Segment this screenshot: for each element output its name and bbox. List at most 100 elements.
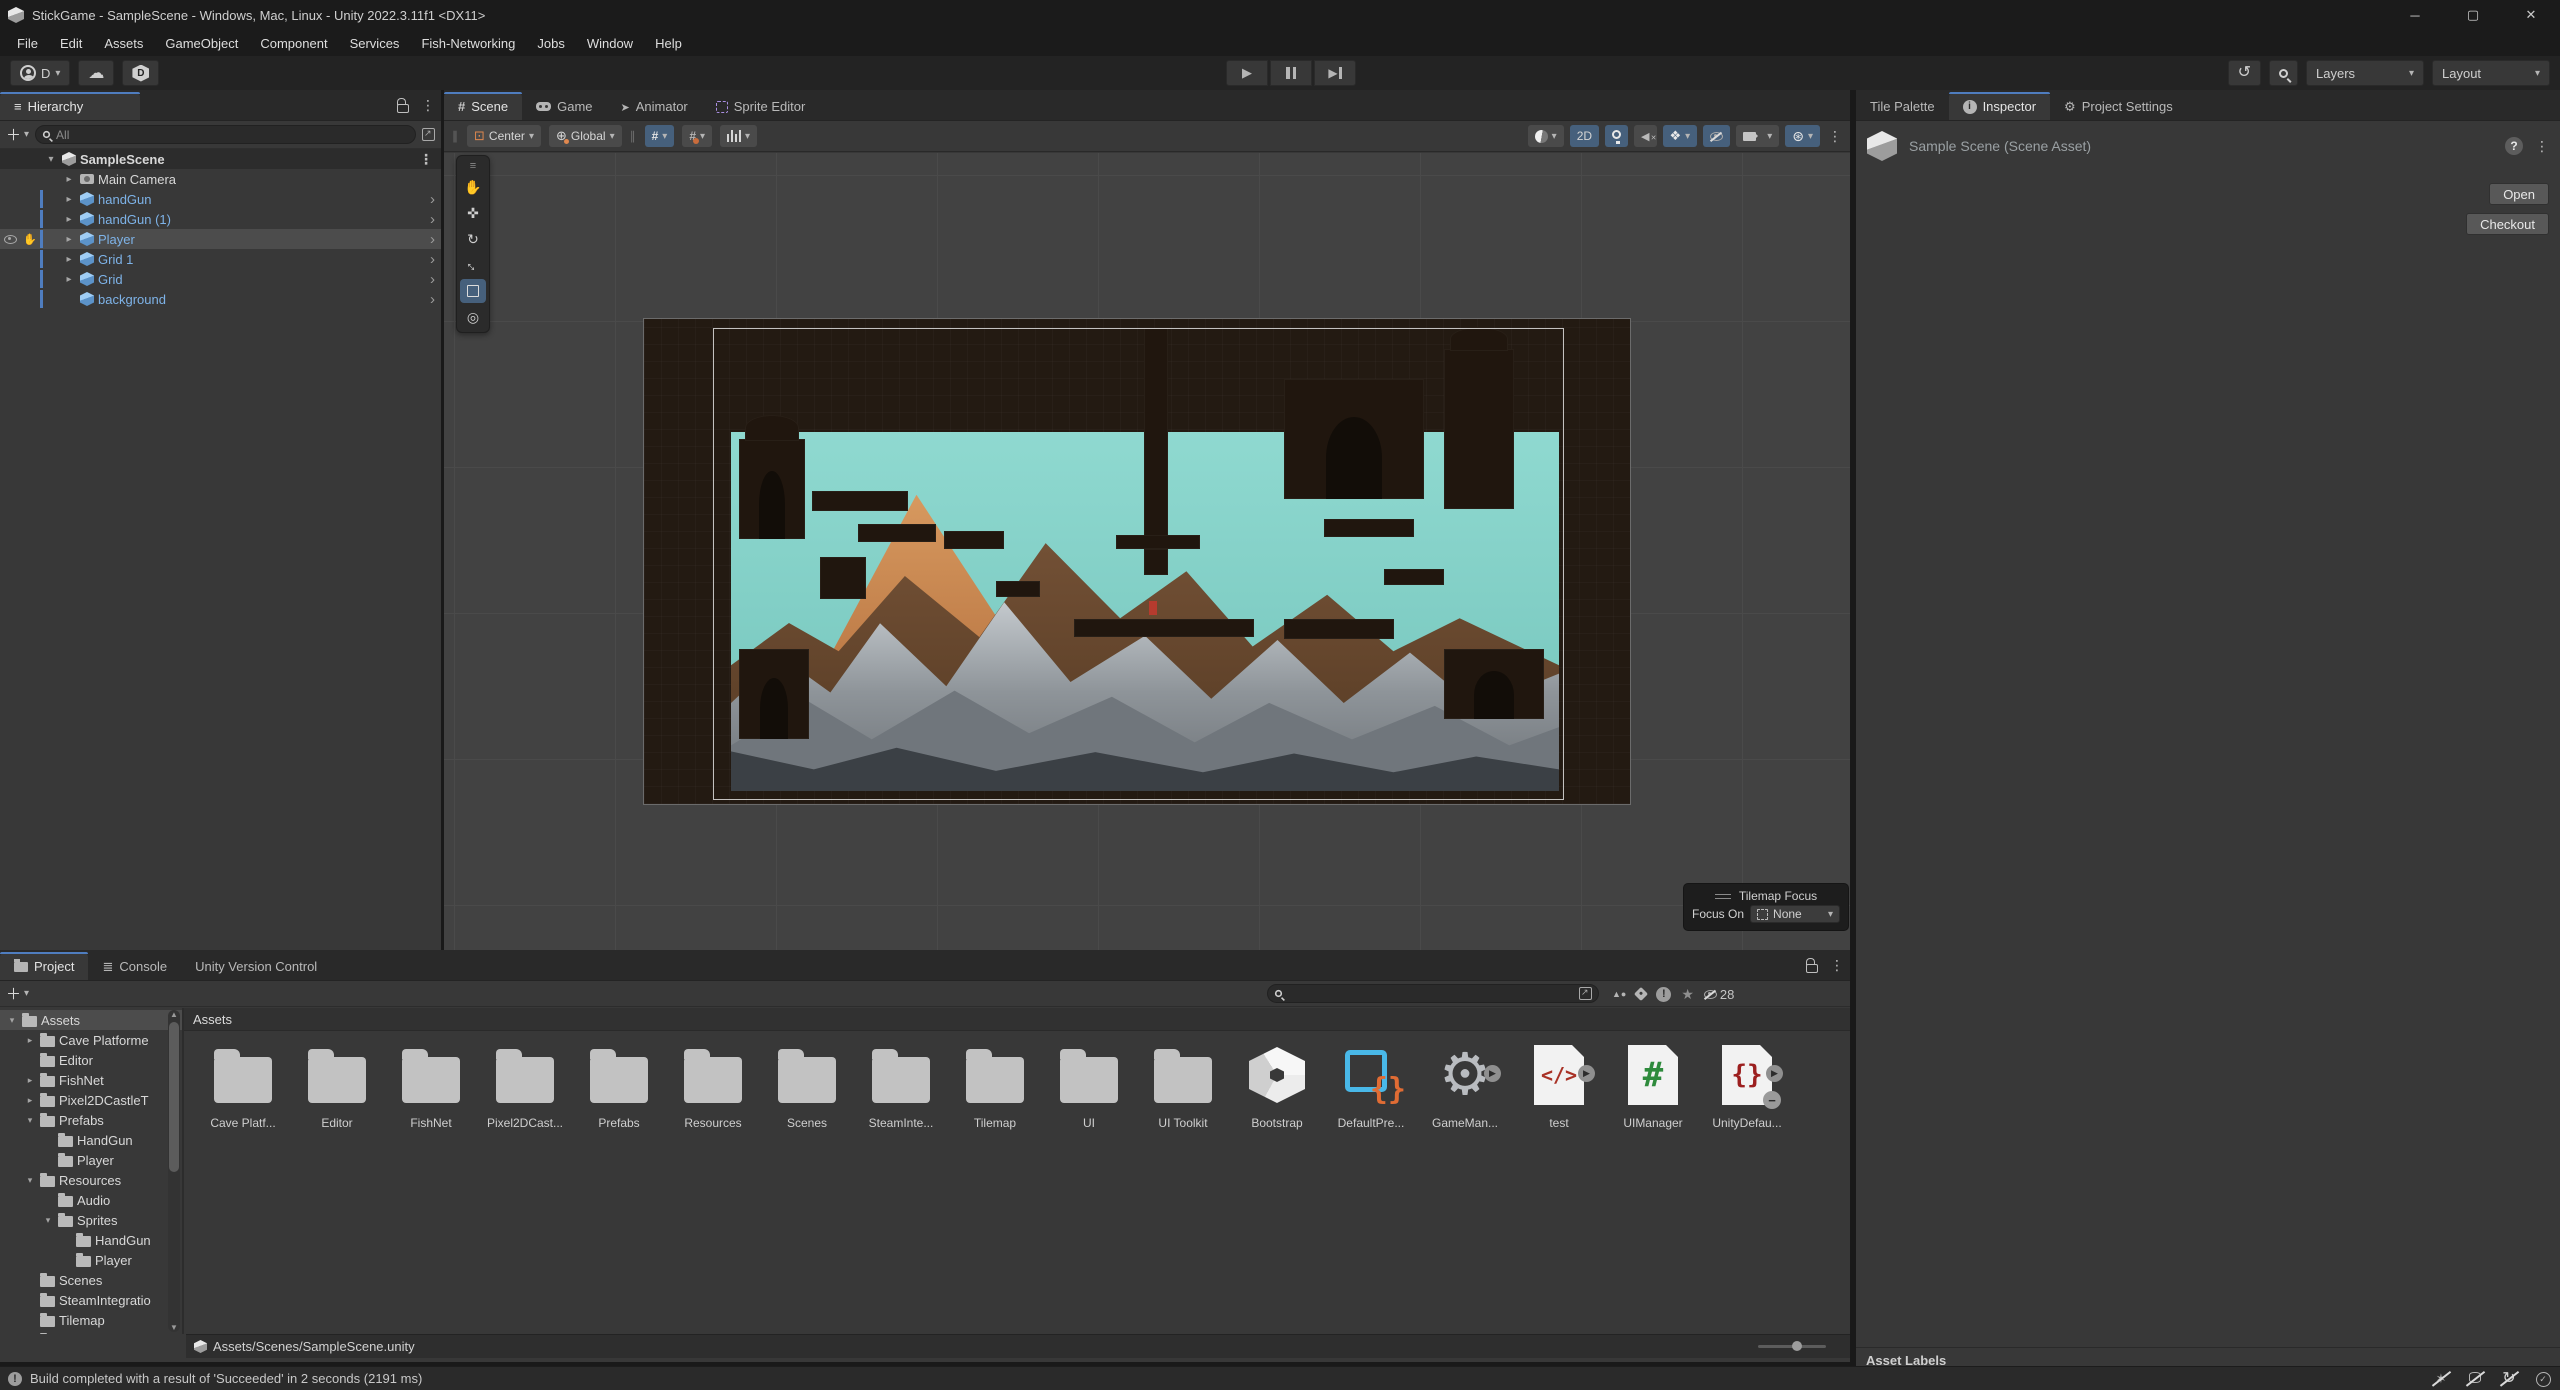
tree-row[interactable]: Player [0, 1250, 182, 1270]
asset-item[interactable]: ▶ − FishNet [384, 1043, 478, 1155]
tree-row[interactable]: Tilemap [0, 1310, 182, 1330]
hierarchy-row[interactable]: ✋ Player › ⋮ [0, 229, 441, 249]
view-tool-button[interactable]: ✋ [460, 175, 486, 199]
expand-arrow[interactable] [6, 1015, 18, 1026]
expand-badge-icon[interactable]: ▶ [1484, 1065, 1501, 1082]
account-button[interactable]: D ▾ [10, 60, 70, 86]
focus-on-dropdown[interactable]: None ▾ [1750, 905, 1840, 923]
lock-icon[interactable] [397, 104, 409, 113]
scene-view-tab[interactable]: Scene [444, 93, 522, 120]
lock-icon[interactable] [1806, 964, 1818, 973]
asset-item[interactable]: ▶ − SteamInte... [854, 1043, 948, 1155]
close-button[interactable]: ✕ [2502, 0, 2560, 30]
tree-row[interactable]: Assets [0, 1010, 182, 1030]
menu-item[interactable]: Component [249, 30, 338, 56]
favorites-icon[interactable]: ★ [1681, 986, 1694, 1003]
kebab-menu-icon[interactable]: ⋮ [1828, 128, 1842, 145]
scene-effects-dropdown[interactable]: ❖▾ [1663, 125, 1698, 147]
tab-hierarchy[interactable]: ≡ Hierarchy [0, 93, 140, 120]
project-search-input[interactable] [1288, 987, 1574, 1001]
activity-ok-icon[interactable]: ✓ [2534, 1370, 2552, 1387]
grid-visual-toggle[interactable]: #▾ [682, 125, 712, 147]
expand-badge-icon[interactable]: ▶ [1766, 1065, 1783, 1082]
scroll-down-icon[interactable]: ▼ [168, 1323, 180, 1332]
tree-row[interactable]: FishNet [0, 1070, 182, 1090]
global-search-button[interactable] [2269, 60, 2298, 86]
expand-arrow[interactable] [62, 254, 76, 265]
expand-arrow[interactable] [24, 1175, 36, 1186]
scroll-up-icon[interactable]: ▲ [168, 1010, 180, 1019]
hierarchy-row[interactable]: ✋ handGun (1) › ⋮ [0, 209, 441, 229]
project-panel-tab[interactable]: Unity Version Control [181, 953, 331, 980]
hierarchy-row[interactable]: ✋ Grid › ⋮ [0, 269, 441, 289]
prefab-open-chevron[interactable]: › [430, 211, 435, 228]
hierarchy-row[interactable]: ✋ background › ⋮ [0, 289, 441, 309]
menu-item[interactable]: Fish-Networking [410, 30, 526, 56]
rotate-tool-button[interactable]: ↻ [460, 227, 486, 251]
tree-row[interactable]: HandGun [0, 1230, 182, 1250]
cache-server-status-icon[interactable] [2466, 1371, 2484, 1386]
expand-arrow[interactable] [62, 194, 76, 205]
camera-settings-dropdown[interactable]: ▾ [1736, 125, 1779, 147]
tree-row[interactable]: Resources [0, 1170, 182, 1190]
menu-item[interactable]: Assets [93, 30, 154, 56]
expand-arrow[interactable] [62, 214, 76, 225]
tool-handle-pivot-button[interactable]: ⊡ Center ▾ [467, 125, 541, 147]
kebab-menu-icon[interactable]: ⋮ [1830, 957, 1844, 974]
tree-row[interactable]: Cave Platforme [0, 1030, 182, 1050]
scene-view-tab[interactable]: Game [522, 93, 606, 120]
scene-canvas[interactable]: ≡ ✋ ✜ ↻ ↔ ◎ Tilemap Focus Focus On None … [444, 153, 1850, 950]
hierarchy-row[interactable]: ✋ Grid 1 › ⋮ [0, 249, 441, 269]
grid-snap-toggle[interactable]: #▾ [645, 125, 675, 147]
tree-row[interactable]: UI [0, 1330, 182, 1334]
menu-item[interactable]: GameObject [154, 30, 249, 56]
kebab-menu-icon[interactable]: ⋮ [421, 97, 435, 114]
menu-item[interactable]: Jobs [526, 30, 575, 56]
prefab-open-chevron[interactable]: › [430, 231, 435, 248]
inspector-tab[interactable]: Inspector [1949, 93, 2050, 120]
asset-item[interactable]: ▶ − Tilemap [948, 1043, 1042, 1155]
scene-view-tab[interactable]: Sprite Editor [702, 93, 820, 120]
prefab-open-chevron[interactable]: › [430, 291, 435, 308]
visibility-gutter[interactable]: ✋ [4, 233, 37, 246]
2d-mode-toggle[interactable]: 2D [1570, 125, 1599, 147]
expand-arrow[interactable] [24, 1115, 36, 1126]
unity-hub-button[interactable]: D [122, 60, 159, 86]
auto-refresh-status-icon[interactable]: ↻ [2500, 1371, 2518, 1387]
shading-mode-dropdown[interactable]: ▾ [1528, 125, 1564, 147]
layout-dropdown[interactable]: Layout▾ [2432, 60, 2550, 86]
project-search-field[interactable] [1267, 984, 1599, 1003]
tree-row[interactable]: Prefabs [0, 1110, 182, 1130]
hidden-packages-toggle[interactable]: 28 [1704, 987, 1734, 1002]
menu-item[interactable]: Services [339, 30, 411, 56]
tree-row[interactable]: Pixel2DCastleT [0, 1090, 182, 1110]
checkout-button[interactable]: Checkout [2466, 213, 2549, 235]
gizmos-dropdown[interactable]: ⊛▾ [1785, 125, 1820, 147]
undo-history-button[interactable]: ↺ [2228, 60, 2261, 86]
hierarchy-search-field[interactable] [35, 125, 416, 144]
menu-item[interactable]: File [6, 30, 49, 56]
asset-item[interactable]: ▶ − GameMan... [1418, 1043, 1512, 1155]
tree-scrollbar[interactable]: ▲ ▼ [168, 1010, 180, 1332]
asset-item[interactable]: ▶ − Prefabs [572, 1043, 666, 1155]
hierarchy-row[interactable]: ✋ handGun › ⋮ [0, 189, 441, 209]
add-object-button[interactable]: ＋▾ [6, 124, 29, 145]
slider-thumb[interactable] [1792, 1341, 1802, 1351]
menu-item[interactable]: Help [644, 30, 693, 56]
transform-tool-button[interactable]: ◎ [460, 305, 486, 329]
status-bar[interactable]: ! Build completed with a result of 'Succ… [0, 1366, 2560, 1390]
scene-lighting-toggle[interactable] [1605, 125, 1628, 147]
tree-row[interactable]: Player [0, 1150, 182, 1170]
prefab-open-chevron[interactable]: › [430, 251, 435, 268]
scrollbar-thumb[interactable] [169, 1022, 179, 1172]
asset-item[interactable]: ▶ − Editor [290, 1043, 384, 1155]
play-button[interactable]: ▶ [1226, 60, 1268, 86]
asset-item[interactable]: ▶ − Resources [666, 1043, 760, 1155]
scale-tool-button[interactable]: ↔ [460, 253, 486, 277]
picker-icon[interactable] [422, 128, 435, 141]
step-button[interactable]: ▶ [1314, 60, 1356, 86]
kebab-menu-icon[interactable]: ⋮ [419, 151, 433, 168]
expand-arrow[interactable] [62, 174, 76, 185]
asset-item[interactable]: ▶ − DefaultPre... [1324, 1043, 1418, 1155]
minimize-button[interactable]: ─ [2386, 0, 2444, 30]
